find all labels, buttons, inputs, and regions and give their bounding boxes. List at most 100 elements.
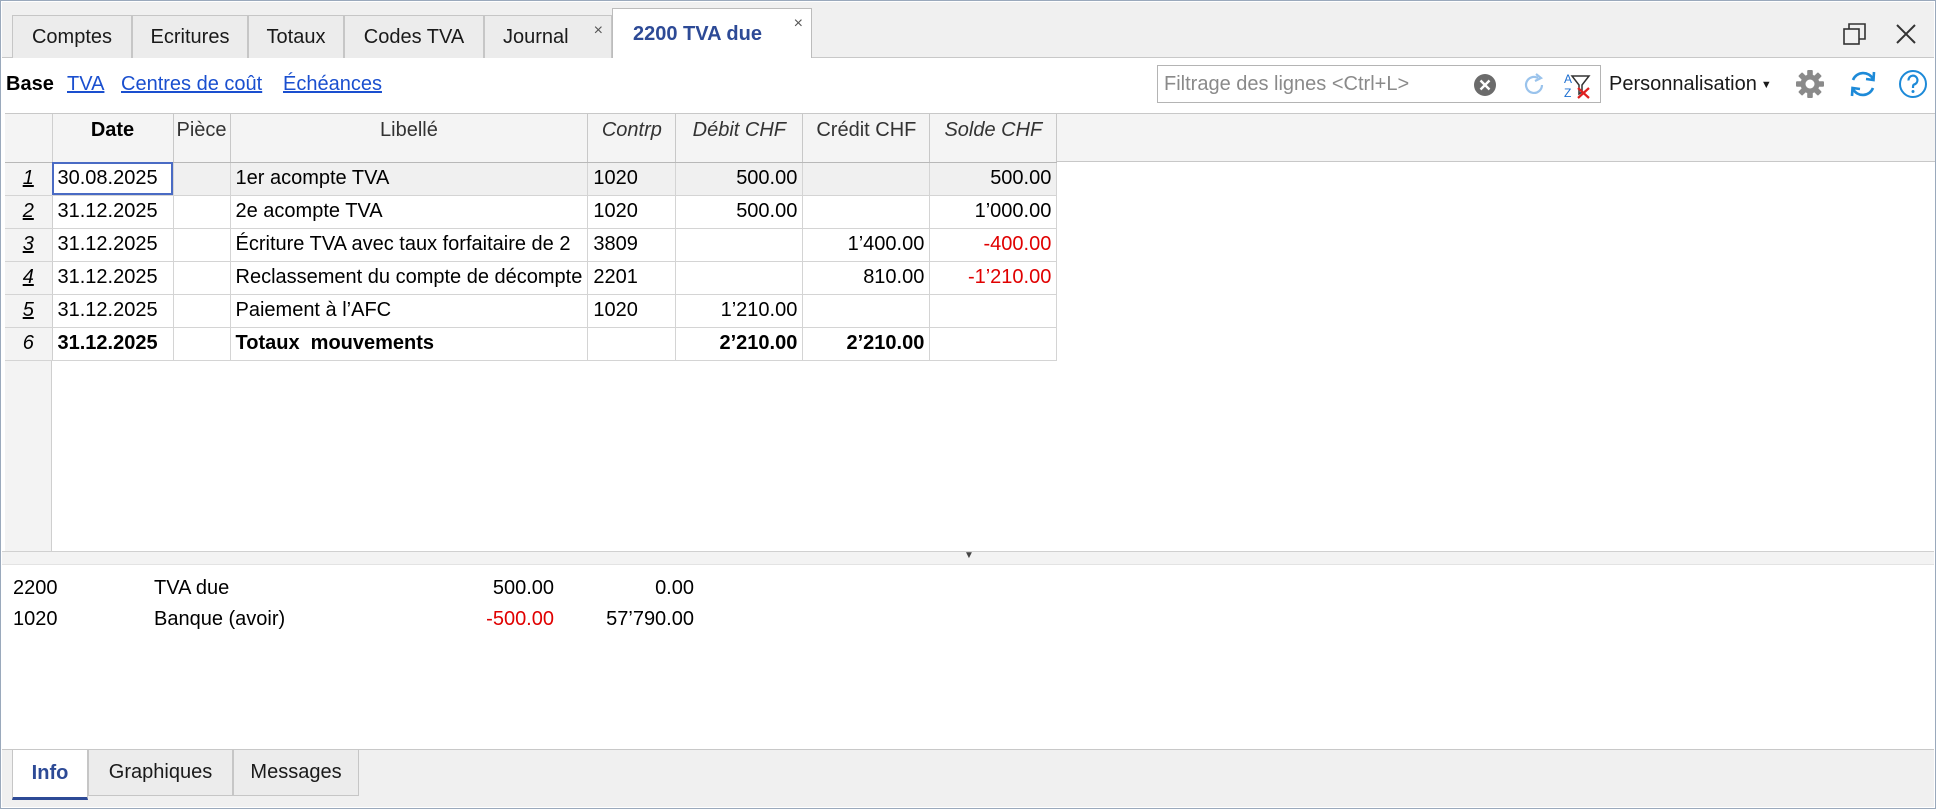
column-header-piece[interactable]: Pièce [173,114,231,163]
tab-graphiques[interactable]: Graphiques [88,750,233,796]
pane-splitter[interactable]: ▼ [2,550,1934,565]
cell-contrp[interactable]: 1020 [587,294,677,328]
cell-libelle[interactable]: Totaux mouvements [230,327,589,361]
cell-date[interactable]: 31.12.2025 [52,327,174,361]
info-value-2: 57’790.00 [606,608,694,630]
filter-field[interactable]: A Z [1157,65,1601,103]
row-number[interactable]: 1 [5,162,53,196]
table-row[interactable]: 3 31.12.2025 Écriture TVA avec taux forf… [5,228,1058,262]
restore-window-icon[interactable] [1842,22,1868,46]
cell-date[interactable]: 31.12.2025 [52,228,174,262]
tab-comptes[interactable]: Comptes [12,15,132,59]
tab-journal[interactable]: Journal × [484,15,612,59]
info-value-2: 0.00 [655,577,694,599]
cell-credit[interactable]: 810.00 [802,261,931,295]
splitter-arrow-icon[interactable]: ▼ [964,550,974,561]
help-icon[interactable] [1898,69,1928,99]
cell-date[interactable]: 31.12.2025 [52,261,174,295]
cell-debit[interactable]: 500.00 [675,195,804,229]
cell-contrp[interactable]: 3809 [587,228,677,262]
view-base[interactable]: Base [6,73,54,96]
cell-piece[interactable] [173,327,231,361]
tab-totaux[interactable]: Totaux [248,15,344,59]
view-link-tva[interactable]: TVA [67,73,104,96]
cell-debit[interactable] [675,228,804,262]
cell-credit[interactable] [802,195,931,229]
column-header-libelle[interactable]: Libellé [230,114,589,163]
cell-libelle[interactable]: Reclassement du compte de décompte [230,261,589,295]
table-row[interactable]: 4 31.12.2025 Reclassement du compte de d… [5,261,1058,295]
refresh-filter-icon[interactable] [1520,71,1548,99]
row-number[interactable]: 2 [5,195,53,229]
filter-input[interactable] [1164,70,1464,98]
cell-piece[interactable] [173,294,231,328]
svg-text:A: A [1564,72,1572,86]
personalisation-dropdown[interactable]: Personnalisation ▼ [1609,73,1772,96]
cell-debit[interactable]: 500.00 [675,162,804,196]
info-pane: 2200 TVA due 500.00 0.00 1020 Banque (av… [2,566,1934,750]
cell-date[interactable]: 31.12.2025 [52,195,174,229]
column-header-date[interactable]: Date [52,114,174,163]
row-number[interactable]: 5 [5,294,53,328]
cell-contrp[interactable]: 2201 [587,261,677,295]
cell-solde[interactable] [929,294,1058,328]
caret-down-icon: ▼ [1760,78,1772,91]
sort-filter-icon[interactable]: A Z [1562,70,1592,100]
close-icon[interactable]: × [794,15,803,33]
cell-solde[interactable]: -400.00 [929,228,1058,262]
tab-messages[interactable]: Messages [233,750,359,796]
tab-label: Info [31,762,69,784]
tab-2200-tva-due[interactable]: 2200 TVA due × [612,8,812,60]
close-window-icon[interactable] [1894,22,1918,46]
tab-ecritures[interactable]: Ecritures [132,15,248,59]
tab-info[interactable]: Info [12,750,88,800]
table-row[interactable]: 2 31.12.2025 2e acompte TVA 1020 500.00 … [5,195,1058,229]
row-number[interactable]: 4 [5,261,53,295]
total-row[interactable]: 6 31.12.2025 Totaux mouvements 2’210.00 … [5,327,1058,361]
cell-date[interactable]: 30.08.2025 [52,162,174,196]
cell-contrp[interactable]: 1020 [587,195,677,229]
cell-libelle[interactable]: 2e acompte TVA [230,195,589,229]
tab-codes-tva[interactable]: Codes TVA [344,15,484,59]
cell-piece[interactable] [173,195,231,229]
cell-libelle[interactable]: Écriture TVA avec taux forfaitaire de 2 [230,228,589,262]
recalculate-icon[interactable] [1847,68,1879,100]
row-number[interactable]: 6 [5,327,53,361]
personalisation-label: Personnalisation [1609,73,1757,95]
info-row: 2200 TVA due 500.00 0.00 [2,577,802,607]
cell-contrp[interactable]: 1020 [587,162,677,196]
corner-cell[interactable] [5,114,53,163]
view-link-echeances[interactable]: Échéances [283,73,382,96]
cell-contrp[interactable] [587,327,677,361]
cell-solde[interactable]: 500.00 [929,162,1058,196]
cell-credit[interactable]: 2’210.00 [802,327,931,361]
cell-credit[interactable] [802,294,931,328]
cell-piece[interactable] [173,162,231,196]
gear-icon[interactable] [1795,69,1825,99]
column-header-solde[interactable]: Solde CHF [929,114,1058,163]
cell-debit[interactable]: 2’210.00 [675,327,804,361]
row-number[interactable]: 3 [5,228,53,262]
clear-filter-icon[interactable] [1473,73,1497,97]
cell-libelle[interactable]: Paiement à l’AFC [230,294,589,328]
column-header-debit[interactable]: Débit CHF [675,114,804,163]
cell-debit[interactable] [675,261,804,295]
cell-debit[interactable]: 1’210.00 [675,294,804,328]
cell-solde[interactable] [929,327,1058,361]
cell-piece[interactable] [173,261,231,295]
cell-piece[interactable] [173,228,231,262]
cell-credit[interactable]: 1’400.00 [802,228,931,262]
close-icon[interactable]: × [594,22,603,40]
cell-libelle[interactable]: 1er acompte TVA [230,162,589,196]
cell-credit[interactable] [802,162,931,196]
cell-date[interactable]: 31.12.2025 [52,294,174,328]
column-header-credit[interactable]: Crédit CHF [802,114,931,163]
info-description: TVA due [154,577,230,599]
table-row[interactable]: 5 31.12.2025 Paiement à l’AFC 1020 1’210… [5,294,1058,328]
cell-solde[interactable]: -1’210.00 [929,261,1058,295]
column-header-contrp[interactable]: Contrp [587,114,677,163]
cell-solde[interactable]: 1’000.00 [929,195,1058,229]
account-card-table: Date Pièce Libellé Contrp Débit CHF Créd… [5,113,1935,551]
view-link-centres-de-cout[interactable]: Centres de coût [121,73,262,96]
table-row[interactable]: 1 30.08.2025 1er acompte TVA 1020 500.00… [5,162,1058,196]
